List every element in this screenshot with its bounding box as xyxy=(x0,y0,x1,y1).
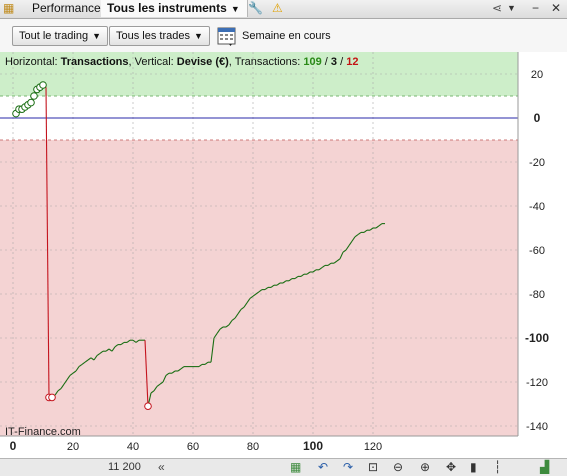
tab-performance[interactable]: Performance xyxy=(18,0,113,17)
tab-performance-label: Performance xyxy=(32,1,101,15)
zoom-fit-icon[interactable]: ⊡ xyxy=(368,460,378,474)
candlestick-icon[interactable]: ▮ xyxy=(470,460,477,474)
y-tick-label: -100 xyxy=(525,331,549,345)
winning-trade-marker xyxy=(39,81,47,89)
tab-instruments-label: Tous les instruments xyxy=(107,1,227,15)
y-tick-label: -140 xyxy=(526,421,548,433)
double-left-arrow-icon[interactable]: « xyxy=(158,460,165,474)
chevron-down-icon: ▼ xyxy=(230,4,240,14)
losing-trade-marker xyxy=(48,393,56,402)
calendar-icon[interactable] xyxy=(217,25,237,47)
share-icon[interactable]: ⋖ xyxy=(492,0,502,17)
wrench-icon[interactable]: 🔧 xyxy=(248,0,263,17)
x-tick-label: 120 xyxy=(364,441,382,453)
y-tick-label: -40 xyxy=(529,201,545,213)
period-label: Semaine en cours xyxy=(242,30,331,42)
chart-settings-icon[interactable]: ▟ xyxy=(540,460,549,474)
y-tick-label: -60 xyxy=(529,245,545,257)
redo-icon[interactable]: ↷ xyxy=(343,460,353,474)
warning-icon[interactable]: ⚠ xyxy=(272,0,283,17)
zoom-in-icon[interactable]: ⊕ xyxy=(420,460,430,474)
loss-zone xyxy=(0,140,518,436)
trading-mode-dropdown[interactable]: Tout le trading ▼ xyxy=(12,26,109,46)
y-axis-labels: 20 0 -20 -40 -60 -80 -100 -120 -140 xyxy=(525,69,549,433)
status-bar: 11 200 « ▦ ↶ ↷ ⊡ ⊖ ⊕ ✥ ▮ ┆ ▟ xyxy=(0,458,567,476)
status-value: 11 200 xyxy=(108,461,141,473)
y-tick-label: 20 xyxy=(531,69,543,81)
x-axis-labels: 0 20 40 60 80 100 120 xyxy=(10,439,383,453)
trading-mode-label: Tout le trading xyxy=(19,30,89,42)
trades-filter-label: Tous les trades xyxy=(116,30,190,42)
losing-trade-marker xyxy=(144,402,152,411)
undo-icon[interactable]: ↶ xyxy=(318,460,328,474)
bar-chart-icon[interactable]: ┆ xyxy=(494,460,501,474)
close-icon[interactable]: ✕ xyxy=(551,0,561,17)
equity-chart[interactable]: 0 20 40 60 80 100 120 20 0 -20 -40 -60 -80 -100 -120 -… xyxy=(0,52,567,458)
trades-filter-dropdown[interactable]: Tous les trades ▼ xyxy=(109,26,210,46)
x-tick-label: 60 xyxy=(187,441,199,453)
x-tick-label: 0 xyxy=(10,439,17,453)
x-tick-label: 40 xyxy=(127,441,139,453)
tab-bar: ▦ Performance Tous les instruments ▼ 🔧 ⚠ … xyxy=(0,0,567,19)
winning-trade-marker xyxy=(30,92,38,100)
y-tick-label: 0 xyxy=(534,111,541,125)
x-tick-label: 100 xyxy=(303,439,323,453)
zoom-out-icon[interactable]: ⊖ xyxy=(393,460,403,474)
tab-instruments[interactable]: Tous les instruments ▼ xyxy=(101,0,248,17)
y-tick-label: -80 xyxy=(529,289,545,301)
chevron-down-icon: ▼ xyxy=(193,31,203,41)
grid-icon: ▦ xyxy=(3,1,15,15)
chevron-down-icon: ▼ xyxy=(92,31,102,41)
pan-icon[interactable]: ✥ xyxy=(446,460,456,474)
y-tick-label: -120 xyxy=(526,377,548,389)
x-tick-label: 80 xyxy=(247,441,259,453)
y-tick-label: -20 xyxy=(529,157,545,169)
minimize-icon[interactable]: − xyxy=(532,0,539,17)
x-tick-label: 20 xyxy=(67,441,79,453)
chart-header: Horizontal: Transactions, Vertical: Devi… xyxy=(5,56,358,68)
watermark: IT-Finance.com xyxy=(5,426,81,438)
chevron-down-icon[interactable]: ▼ xyxy=(507,0,516,17)
winning-trade-marker xyxy=(27,98,35,107)
table-icon[interactable]: ▦ xyxy=(290,460,301,474)
toolbar: Tout le trading ▼ Tous les trades ▼ Semain… xyxy=(0,19,567,52)
